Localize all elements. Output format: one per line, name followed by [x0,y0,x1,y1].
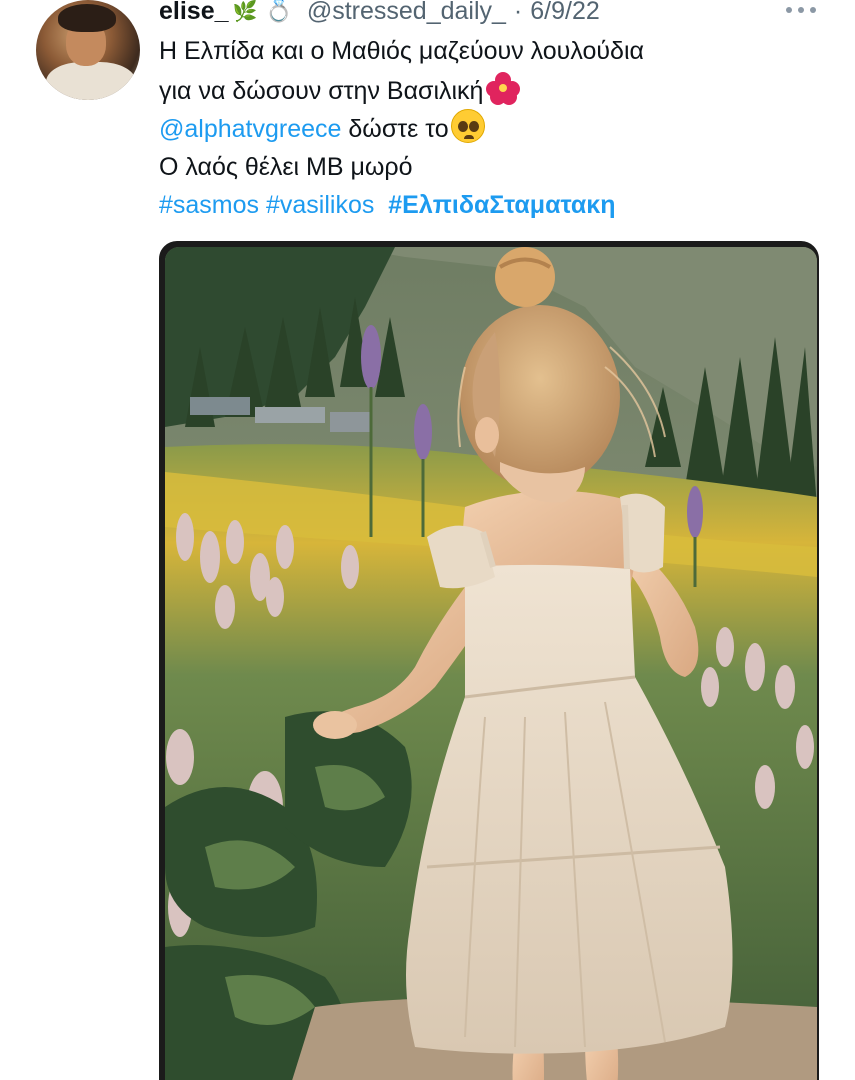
avatar[interactable] [36,0,140,100]
text-line-1: Η Ελπίδα και ο Μαθιός μαζεύουν λουλούδια [159,37,644,65]
media-photo[interactable] [165,247,817,1080]
tweet-text: Η Ελπίδα και ο Μαθιός μαζεύουν λουλούδια… [159,32,839,225]
avatar-shoulder [46,62,136,100]
pleading-face-icon [450,109,485,143]
ring-emoji: 💍 [265,0,293,23]
text-line-2: για να δώσουν στην Βασιλική [159,71,839,110]
tweet-media[interactable] [159,241,819,1080]
display-name[interactable]: elise_ [159,0,229,26]
text-line-3: @alphatvgreece δώστε το [159,109,839,148]
hashtag-vasilikos[interactable]: #vasilikos [266,191,374,219]
text-line-4: Ο λαός θέλει ΜΒ μωρό [159,152,413,181]
user-handle[interactable]: @stressed_daily_ [307,0,506,26]
hibiscus-icon [485,71,521,105]
herb-emoji: 🌿 [232,0,258,23]
mention-link[interactable]: @alphatvgreece [159,115,341,143]
photo-illustration [165,247,817,1080]
hashtag-line: #sasmos #vasilikos #ΕλπιδαΣταματακη [159,186,839,225]
separator-dot: · [513,0,523,25]
hashtag-sasmos[interactable]: #sasmos [159,191,259,219]
tweet-date[interactable]: 6/9/22 [530,0,600,26]
text-line-2-content: για να δώσουν στην Βασιλική [159,76,484,105]
avatar-hair [58,4,116,32]
more-dots-icon[interactable] [786,6,816,14]
text-line-3-content: δώστε το [341,115,449,143]
hashtag-elpida[interactable]: #ΕλπιδαΣταματακη [388,191,615,219]
tweet: elise_ 🌿 💍 @stressed_daily_ · 6/9/22 Η Ε… [0,0,855,1080]
tweet-header: elise_ 🌿 💍 @stressed_daily_ · 6/9/22 [159,0,600,28]
